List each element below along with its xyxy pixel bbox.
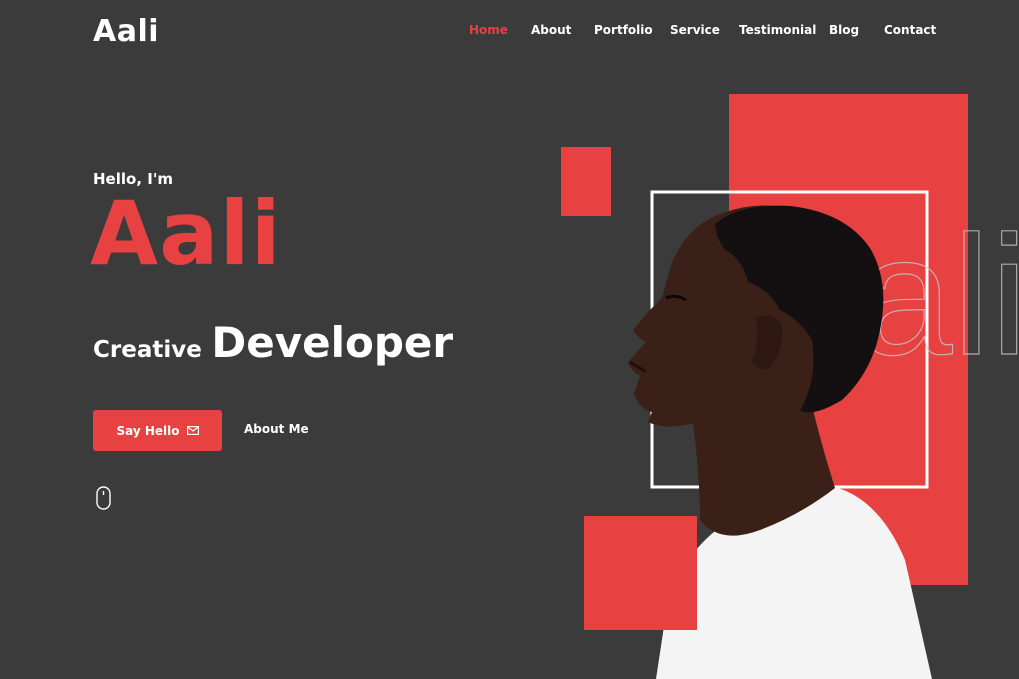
mouse-scroll-icon[interactable]: [96, 486, 111, 510]
say-hello-button[interactable]: Say Hello: [93, 410, 222, 451]
about-me-link[interactable]: About Me: [244, 422, 309, 436]
watermark-text: ali: [858, 201, 1019, 391]
nav-service[interactable]: Service: [670, 23, 720, 37]
outline-frame: [650, 190, 929, 489]
envelope-icon: [186, 426, 199, 435]
red-backdrop-block: [729, 94, 968, 585]
person-hair: [715, 205, 884, 413]
hero-name: Aali: [90, 182, 282, 285]
person-face: [628, 205, 867, 427]
nav-blog[interactable]: Blog: [829, 23, 859, 37]
role-title: Developer: [211, 318, 454, 367]
role-prefix: Creative: [93, 337, 202, 363]
red-accent-square-bottom: [584, 516, 697, 630]
person-ear: [752, 315, 783, 370]
main-nav: Home About Portfolio Service Testimonial…: [0, 23, 1019, 43]
nav-contact[interactable]: Contact: [884, 23, 936, 37]
person-shirt: [656, 487, 932, 679]
nav-about[interactable]: About: [531, 23, 571, 37]
nav-home[interactable]: Home: [469, 23, 508, 37]
nav-testimonial[interactable]: Testimonial: [739, 23, 816, 37]
nav-portfolio[interactable]: Portfolio: [594, 23, 653, 37]
person-neck: [690, 400, 835, 536]
person-lips: [629, 360, 647, 374]
red-accent-square-top: [561, 147, 611, 216]
say-hello-label: Say Hello: [116, 423, 180, 438]
person-eye: [665, 294, 687, 302]
hero-role: Creative Developer: [93, 318, 453, 367]
